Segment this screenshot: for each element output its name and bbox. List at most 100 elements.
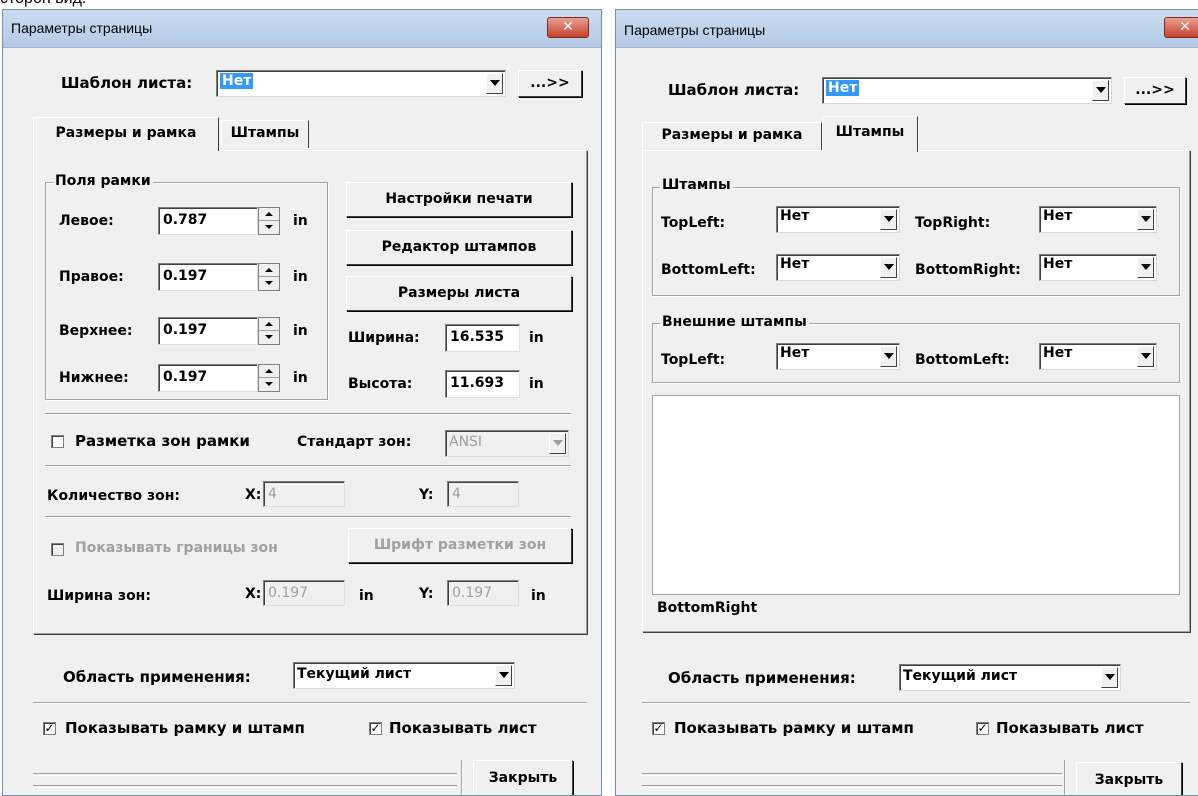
close-button[interactable]: Закрыть — [473, 760, 573, 795]
stamp-bottomleft-value: Нет — [780, 256, 810, 272]
status-bar-line — [33, 785, 457, 788]
sheet-height-label: Высота: — [348, 376, 413, 392]
zone-y-input[interactable]: 4 — [447, 481, 519, 507]
stamp-bottomleft-select[interactable]: Нет — [776, 254, 900, 281]
show-sheet-checkbox[interactable]: ✓ — [369, 722, 382, 735]
template-more-button[interactable]: ...>> — [518, 70, 582, 97]
chevron-down-icon — [1141, 353, 1151, 359]
status-bar-line — [642, 773, 1062, 776]
external-stamps-group-title: Внешние штампы — [660, 314, 809, 330]
zone-y-label: Y: — [419, 487, 434, 503]
template-select[interactable]: Нет — [822, 77, 1112, 104]
zone-standard-dropdown-button[interactable] — [549, 433, 566, 454]
stamp-topleft-value: Нет — [780, 208, 810, 224]
margin-left-spinner[interactable] — [258, 207, 280, 235]
spin-down-icon — [265, 382, 273, 386]
cut-off-text: сторон вид: — [0, 0, 86, 8]
ext-stamp-topleft-value: Нет — [780, 345, 810, 361]
ext-stamp-bottomleft-select[interactable]: Нет — [1039, 343, 1157, 370]
show-frame-label: Показывать рамку и штамп — [674, 719, 914, 737]
template-more-button[interactable]: ...>> — [1124, 77, 1186, 104]
margin-top-unit: in — [293, 323, 308, 339]
template-select[interactable]: Нет — [216, 70, 506, 97]
margin-right-input[interactable]: 0.197 — [158, 263, 258, 291]
margin-bottom-spinner[interactable] — [258, 364, 280, 392]
template-dropdown-button[interactable] — [1092, 80, 1109, 101]
stamp-bottomright-label: BottomRight: — [915, 262, 1021, 278]
stamp-topleft-select[interactable]: Нет — [776, 206, 900, 233]
spin-down-icon — [265, 335, 273, 339]
zone-font-button[interactable]: Шрифт разметки зон — [348, 528, 572, 563]
zone-wx-unit: in — [359, 588, 374, 604]
stamp-topleft-dropdown[interactable] — [880, 209, 897, 230]
sheet-size-button[interactable]: Размеры листа — [346, 276, 572, 311]
stamp-topright-dropdown[interactable] — [1137, 209, 1154, 230]
zone-standard-label: Стандарт зон: — [297, 434, 412, 450]
margin-left-input[interactable]: 0.787 — [158, 207, 258, 235]
scope-select[interactable]: Текущий лист — [293, 662, 515, 689]
scope-select[interactable]: Текущий лист — [899, 664, 1121, 691]
margin-left-unit: in — [293, 213, 308, 229]
separator — [45, 465, 571, 467]
ext-stamp-topleft-dropdown[interactable] — [880, 346, 897, 367]
ext-stamp-bottomleft-dropdown[interactable] — [1137, 346, 1154, 367]
stamps-group-title: Штампы — [660, 177, 733, 193]
template-value: Нет — [220, 73, 254, 89]
sheet-height-input[interactable]: 11.693 — [445, 370, 520, 398]
zone-marking-checkbox[interactable] — [51, 435, 64, 448]
stamp-editor-button[interactable]: Редактор штампов — [346, 230, 572, 265]
zone-width-x-input[interactable]: 0.197 — [263, 580, 345, 606]
zone-standard-select[interactable]: ANSI — [445, 430, 569, 457]
margin-bottom-label: Нижнее: — [59, 370, 129, 386]
sheet-width-input[interactable]: 16.535 — [445, 324, 520, 352]
tab-stamps[interactable]: Штампы — [822, 116, 918, 152]
print-settings-button[interactable]: Настройки печати — [346, 182, 572, 217]
scope-dropdown-button[interactable] — [495, 665, 512, 686]
separator — [642, 702, 1190, 704]
title-bar[interactable]: Параметры страницы ✕ — [3, 10, 601, 48]
window-title: Параметры страницы — [624, 22, 766, 38]
tab-label: Размеры и рамка — [661, 127, 803, 143]
margin-top-input[interactable]: 0.197 — [158, 317, 258, 345]
sheet-height-unit: in — [529, 376, 544, 392]
scope-dropdown-button[interactable] — [1101, 667, 1118, 688]
status-bar-line — [642, 785, 1062, 788]
stamp-bottomright-dropdown[interactable] — [1137, 257, 1154, 278]
zone-x-input[interactable]: 4 — [263, 481, 345, 507]
title-bar[interactable]: Параметры страницы ✕ — [616, 10, 1198, 48]
margin-bottom-input[interactable]: 0.197 — [158, 364, 258, 392]
close-button[interactable]: Закрыть — [1076, 762, 1182, 795]
stamp-bottomright-value: Нет — [1043, 256, 1073, 272]
scope-value: Текущий лист — [903, 668, 1018, 684]
show-zone-borders-label: Показывать границы зон — [75, 540, 278, 556]
show-sheet-checkbox[interactable]: ✓ — [976, 722, 989, 735]
margin-top-spinner[interactable] — [258, 317, 280, 345]
status-divider — [1064, 760, 1066, 795]
zone-width-y-input[interactable]: 0.197 — [447, 580, 519, 606]
page-settings-dialog-left: Параметры страницы ✕ Шаблон листа: Нет .… — [2, 9, 602, 796]
show-frame-checkbox[interactable]: ✓ — [43, 722, 56, 735]
spin-down-icon — [265, 281, 273, 285]
chevron-down-icon — [884, 216, 894, 222]
show-frame-checkbox[interactable]: ✓ — [652, 722, 665, 735]
template-value: Нет — [826, 80, 860, 96]
status-bar-line — [33, 773, 457, 776]
margin-right-spinner[interactable] — [258, 263, 280, 291]
margin-top-label: Верхнее: — [59, 323, 133, 339]
ext-stamp-topleft-select[interactable]: Нет — [776, 343, 900, 370]
margin-bottom-unit: in — [293, 370, 308, 386]
show-zone-borders-checkbox[interactable] — [51, 543, 64, 556]
close-window-button[interactable]: ✕ — [1164, 17, 1198, 38]
stamp-bottomright-select[interactable]: Нет — [1039, 254, 1157, 281]
spin-up-icon — [265, 268, 273, 272]
stamp-bottomleft-dropdown[interactable] — [880, 257, 897, 278]
template-dropdown-button[interactable] — [486, 73, 503, 94]
stamp-topleft-label: TopLeft: — [661, 215, 726, 231]
tab-sizes-frame[interactable]: Размеры и рамка — [33, 117, 219, 151]
page-settings-dialog-right: Параметры страницы ✕ Шаблон листа: Нет .… — [615, 9, 1198, 796]
tab-stamps[interactable]: Штампы — [221, 120, 309, 148]
stamp-topright-select[interactable]: Нет — [1039, 206, 1157, 233]
close-window-button[interactable]: ✕ — [547, 17, 589, 38]
zone-count-label: Количество зон: — [47, 488, 181, 504]
tab-sizes-frame[interactable]: Размеры и рамка — [642, 122, 822, 150]
